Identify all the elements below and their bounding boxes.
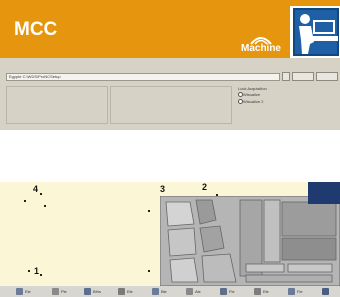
radio-option-1-label: Wisualize: [243, 92, 261, 97]
taskbar-app-icon[interactable]: [254, 288, 261, 295]
taskbar-app-label: Ele: [127, 289, 133, 294]
taskbar-app-label: Fle: [229, 289, 235, 294]
taskbar-app-icon[interactable]: [52, 288, 59, 295]
browse-button[interactable]: [282, 72, 290, 81]
path-input[interactable]: Egypte C:\WDS\ProNCSetup: [6, 73, 280, 81]
taskbar-app-icon[interactable]: [84, 288, 91, 295]
point-marker: [40, 193, 42, 195]
app-title: MCC: [14, 19, 58, 40]
nesting-sheet[interactable]: [159, 195, 340, 287]
taskbar-tray-icon[interactable]: [322, 288, 329, 295]
marker-3: 3: [160, 184, 166, 194]
marker-4: 4: [33, 184, 39, 194]
taskbar-app-label: Fle: [297, 289, 303, 294]
path-value: Egypte C:\WDS\ProNCSetup: [9, 74, 61, 79]
taskbar-app-label: Ele: [25, 289, 31, 294]
marker-2: 2: [202, 182, 208, 192]
radio-option-2-label: Wisualize 2: [243, 99, 264, 104]
point-marker: [24, 200, 26, 202]
taskbar-app-icon[interactable]: [220, 288, 227, 295]
point-marker: [40, 274, 42, 276]
taskbar-app-icon[interactable]: [16, 288, 23, 295]
taskbar-app-icon[interactable]: [118, 288, 125, 295]
taskbar-app-label: Ele: [263, 289, 269, 294]
taskbar-app-label: Ple: [61, 289, 67, 294]
machine-operator-icon: [290, 6, 340, 58]
machine-badge-label: Machine: [240, 43, 281, 54]
ok-button[interactable]: [292, 72, 314, 81]
cancel-button[interactable]: [316, 72, 338, 81]
taskbar-app-label: BHa: [93, 289, 101, 294]
taskbar-app-label: Ble: [161, 289, 167, 294]
settings-panel-middle: [110, 86, 232, 124]
point-marker: [28, 270, 30, 272]
view-cube-icon[interactable]: [308, 182, 340, 204]
taskbar-app-label: Ale: [195, 289, 201, 294]
point-marker: [44, 205, 46, 207]
point-marker: [148, 210, 150, 212]
taskbar-app-icon[interactable]: [152, 288, 159, 295]
settings-panel-left: [6, 86, 108, 124]
taskbar-app-icon[interactable]: [186, 288, 193, 295]
marker-1: 1: [34, 266, 40, 276]
radio-group-label: Lock Acquisition: [238, 86, 267, 91]
point-marker: [148, 270, 150, 272]
taskbar-app-icon[interactable]: [288, 288, 295, 295]
